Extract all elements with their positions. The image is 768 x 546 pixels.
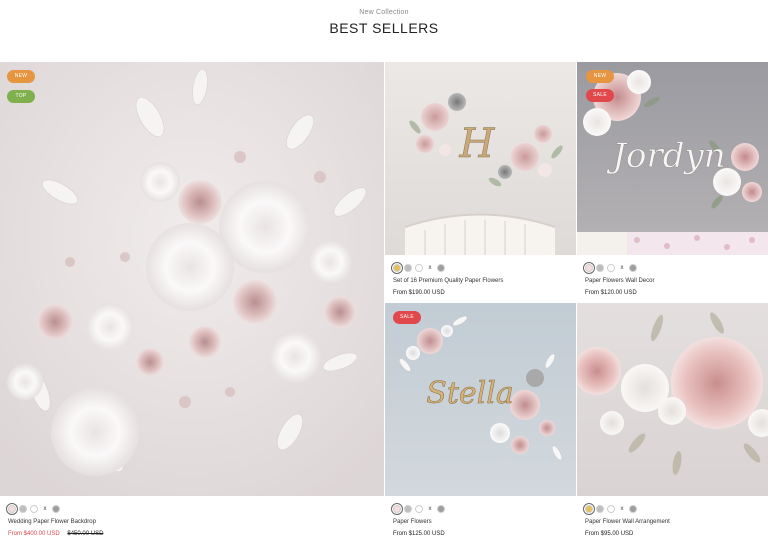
price-value: $190.00 USD xyxy=(408,290,445,296)
name-sign-text: Stella xyxy=(426,376,513,411)
swatch-grey[interactable] xyxy=(404,264,412,272)
name-sign-text: Jordyn xyxy=(606,136,725,176)
price-prefix: From xyxy=(8,531,22,537)
product-card-wedding-backdrop: NEW TOP x Wedding Paper Flower Backdrop … xyxy=(0,62,384,546)
product-name[interactable]: Set of 16 Premium Quality Paper Flowers xyxy=(393,278,503,284)
swatch-white[interactable] xyxy=(607,505,615,513)
color-swatches: x xyxy=(391,262,445,274)
price-prefix: From xyxy=(393,531,407,537)
swatch-none[interactable]: x xyxy=(426,506,434,512)
flower-arrangement-photo xyxy=(577,303,768,496)
product-image[interactable]: NEW TOP xyxy=(0,62,384,496)
product-card-paper-flowers: Stella SALE x Paper Flowers From $125.00… xyxy=(385,303,576,546)
product-price: From $125.00 USD xyxy=(393,531,445,537)
badge-sale: SALE xyxy=(393,311,421,324)
section-title: BEST SELLERS xyxy=(329,20,439,36)
swatch-gold[interactable] xyxy=(583,503,595,515)
price-value: $125.00 USD xyxy=(408,531,445,537)
swatch-dark-grey[interactable] xyxy=(629,264,637,272)
product-price: From $95.00 USD xyxy=(585,531,633,537)
product-name[interactable]: Paper Flowers xyxy=(393,519,432,525)
color-swatches: x xyxy=(583,262,637,274)
product-info: x Paper Flowers From $125.00 USD xyxy=(385,496,576,546)
swatch-pink[interactable] xyxy=(6,503,18,515)
product-info: x Set of 16 Premium Quality Paper Flower… xyxy=(385,255,576,302)
swatch-gold[interactable] xyxy=(391,262,403,274)
product-image[interactable]: H xyxy=(385,62,576,255)
monogram-flowers-photo: H xyxy=(385,62,576,255)
badge-sale: SALE xyxy=(586,89,614,102)
product-name[interactable]: Paper Flower Wall Arrangement xyxy=(585,519,670,525)
swatch-grey[interactable] xyxy=(596,264,604,272)
section-eyebrow: New Collection xyxy=(359,9,409,16)
price-prefix: From xyxy=(585,290,599,296)
product-image[interactable]: Stella SALE xyxy=(385,303,576,496)
product-image[interactable]: Jordyn NEW SALE xyxy=(577,62,768,255)
compare-price: $450.00 USD xyxy=(67,531,104,537)
product-image[interactable] xyxy=(577,303,768,496)
price-prefix: From xyxy=(585,531,599,537)
monogram-text: H xyxy=(459,121,496,167)
color-swatches: x xyxy=(391,503,445,515)
swatch-white[interactable] xyxy=(415,505,423,513)
product-price: From $400.00 USD $450.00 USD xyxy=(8,531,103,537)
swatch-none[interactable]: x xyxy=(618,265,626,271)
badge-top: TOP xyxy=(7,90,35,103)
product-name[interactable]: Wedding Paper Flower Backdrop xyxy=(8,519,96,525)
product-card-wall-arrangement: x Paper Flower Wall Arrangement From $95… xyxy=(577,303,768,546)
swatch-pink[interactable] xyxy=(583,262,595,274)
swatch-white[interactable] xyxy=(607,264,615,272)
product-price: From $120.00 USD xyxy=(585,290,637,296)
color-swatches: x xyxy=(583,503,637,515)
product-info: x Paper Flower Wall Arrangement From $95… xyxy=(577,496,768,546)
color-swatches: x xyxy=(6,503,60,515)
swatch-pink[interactable] xyxy=(391,503,403,515)
swatch-white[interactable] xyxy=(30,505,38,513)
swatch-grey[interactable] xyxy=(404,505,412,513)
product-info: x Paper Flowers Wall Decor From $120.00 … xyxy=(577,255,768,302)
price-value: $120.00 USD xyxy=(600,290,637,296)
section-header: New Collection BEST SELLERS xyxy=(0,0,768,62)
product-name[interactable]: Paper Flowers Wall Decor xyxy=(585,278,654,284)
swatch-none[interactable]: x xyxy=(426,265,434,271)
swatch-none[interactable]: x xyxy=(618,506,626,512)
swatch-dark-grey[interactable] xyxy=(52,505,60,513)
product-card-wall-decor: Jordyn NEW SALE x Paper Flowers Wall Dec… xyxy=(577,62,768,302)
stella-sign-photo: Stella xyxy=(385,303,576,496)
badge-new: NEW xyxy=(7,70,35,83)
swatch-grey[interactable] xyxy=(596,505,604,513)
sale-price: $400.00 USD xyxy=(23,531,60,537)
swatch-white[interactable] xyxy=(415,264,423,272)
swatch-none[interactable]: x xyxy=(41,506,49,512)
swatch-grey[interactable] xyxy=(19,505,27,513)
price-prefix: From xyxy=(393,290,407,296)
swatch-dark-grey[interactable] xyxy=(629,505,637,513)
price-value: $95.00 USD xyxy=(600,531,634,537)
product-price: From $190.00 USD xyxy=(393,290,445,296)
swatch-dark-grey[interactable] xyxy=(437,505,445,513)
swatch-dark-grey[interactable] xyxy=(437,264,445,272)
product-card-premium-set: H x Set of 16 Premium Quality Paper Flow… xyxy=(385,62,576,302)
product-info: x Wedding Paper Flower Backdrop From $40… xyxy=(0,496,384,546)
badge-new: NEW xyxy=(586,70,614,83)
flower-backdrop-photo xyxy=(0,62,384,496)
